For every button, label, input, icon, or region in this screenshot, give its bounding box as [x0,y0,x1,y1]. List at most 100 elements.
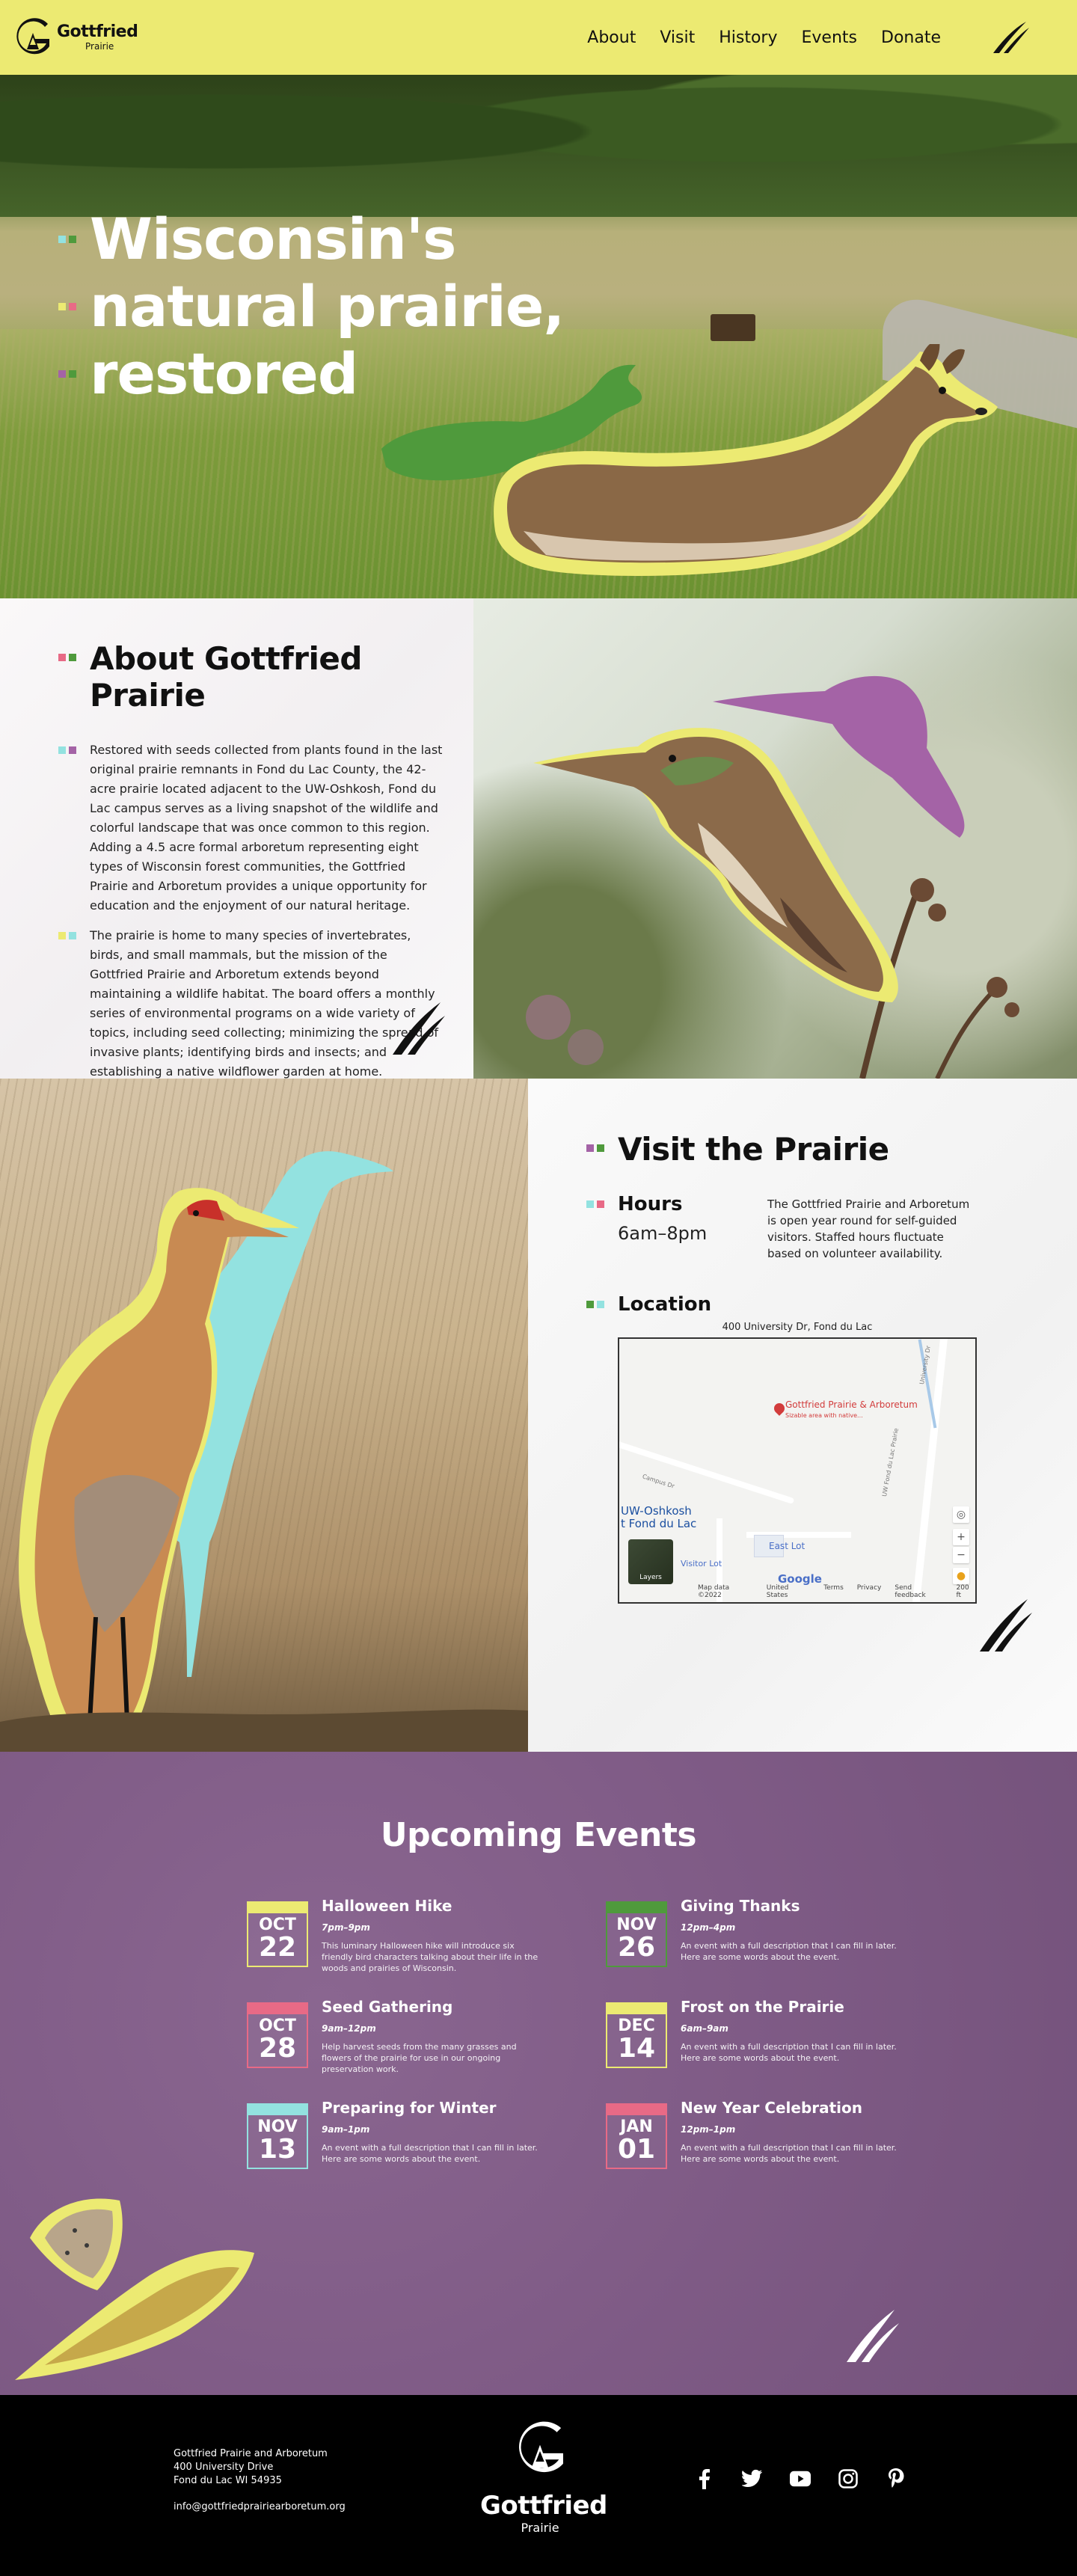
logo-sub: Prairie [85,41,114,52]
logo-g-icon [519,2421,563,2473]
footer-logo-sub: Prairie [521,2521,559,2535]
map-footer: Map data ©2022 United States Terms Priva… [698,1584,975,1599]
event-day: 14 [617,2033,656,2064]
location-map[interactable]: Gottfried Prairie & Arboretum Sizable ar… [618,1337,977,1604]
location-address: 400 University Dr, Fond du Lac [722,1322,873,1333]
event-day: 26 [617,1932,656,1963]
location-title-text: Location [618,1293,712,1316]
event-month: NOV [616,1916,657,1934]
event-title: Halloween Hike [322,1897,452,1915]
visit-info: Visit the Prairie Hours 6am–8pm The Gott… [528,1079,1077,1752]
footer-email-link[interactable]: info@gottfriedprairiearboretum.org [174,2501,346,2512]
map-road [912,1339,948,1602]
map-pin-title: Gottfried Prairie & Arboretum [785,1399,918,1410]
map-pin-icon[interactable] [772,1401,787,1416]
site-logo[interactable]: Gottfried Prairie [12,16,138,58]
event-time: 9am–12pm [322,2023,376,2034]
event-item[interactable]: OCT 22 Halloween Hike 7pm–9pm This lumin… [247,1897,546,1974]
nav-link-visit[interactable]: Visit [660,28,695,47]
map-footer-item: Map data ©2022 [698,1584,730,1599]
event-title: Frost on the Prairie [681,1998,844,2016]
event-item[interactable]: DEC 14 Frost on the Prairie 6am–9am An e… [606,1998,905,2075]
event-item[interactable]: OCT 28 Seed Gathering 9am–12pm Help harv… [247,1998,546,2075]
map-zoom-in-button[interactable]: + [953,1529,969,1545]
nav-link-about[interactable]: About [587,28,636,47]
hero-section: Wisconsin's natural prairie, restored [0,75,1077,598]
event-body: Preparing for Winter 9am–1pm An event wi… [322,2099,546,2169]
bullet-squares [586,1144,604,1152]
event-date: JAN 01 [606,2103,667,2169]
map-zoom-out-button[interactable]: − [953,1547,969,1563]
hero-line-3-text: restored [90,340,358,407]
map-east-lot: East Lot [769,1541,806,1551]
hours-title: Hours [586,1193,767,1215]
hero-line-3: restored [58,340,564,408]
event-description: An event with a full description that I … [681,1941,897,1962]
footer-address-line: Fond du Lac WI 54935 [174,2475,282,2486]
about-title: About Gottfried Prairie [58,640,444,714]
footer-address-line: 400 University Drive [174,2462,274,2473]
bullet-squares [58,303,76,310]
event-description: An event with a full description that I … [681,2143,897,2164]
map-uw-line-1: UW-Oshkosh [621,1504,692,1518]
brush-stroke-icon [993,22,1029,53]
twitter-icon[interactable] [742,2468,763,2489]
event-body: Seed Gathering 9am–12pm Help harvest see… [322,1998,546,2075]
event-date: DEC 14 [606,2002,667,2068]
hero-bench [711,314,755,341]
event-date: OCT 28 [247,2002,308,2068]
map-footer-item[interactable]: Privacy [857,1584,882,1599]
map-uw-label: UW-Oshkosh t Fond du Lac [621,1505,696,1530]
nav-link-events[interactable]: Events [802,28,858,47]
events-title: Upcoming Events [380,1816,697,1854]
event-time: 12pm–4pm [681,1922,736,1933]
event-description: An event with a full description that I … [322,2143,538,2164]
about-section: About Gottfried Prairie Restored with se… [0,598,1077,1079]
logo-g-icon [16,18,49,55]
nav-link-history[interactable]: History [719,28,777,47]
event-title: New Year Celebration [681,2099,863,2117]
bullet-squares [58,236,76,243]
brush-stroke-icon [393,1002,445,1055]
event-title: Preparing for Winter [322,2099,497,2117]
event-item[interactable]: NOV 13 Preparing for Winter 9am–1pm An e… [247,2099,546,2169]
top-nav: Gottfried Prairie About Visit History Ev… [0,0,1077,75]
instagram-icon[interactable] [838,2468,859,2489]
bullet-squares [586,1200,604,1208]
event-time: 12pm–1pm [681,2124,736,2135]
event-title: Giving Thanks [681,1897,800,1915]
pinterest-icon[interactable] [886,2468,906,2489]
map-pin-label: Gottfried Prairie & Arboretum Sizable ar… [785,1400,918,1420]
map-footer-item[interactable]: United States [767,1584,810,1599]
map-pin-sub: Sizable area with native... [785,1412,863,1419]
map-footer-item[interactable]: Terms [823,1584,844,1599]
bullet-squares [58,932,76,939]
map-footer-item: 200 ft [956,1584,969,1599]
map-layers-button[interactable]: Layers [628,1539,673,1584]
crane-image [0,1079,528,1752]
event-item[interactable]: JAN 01 New Year Celebration 12pm–1pm An … [606,2099,905,2169]
bullet-squares [58,370,76,378]
crane-illustration [0,1151,528,1752]
logo-name: Gottfried [57,22,138,41]
event-item[interactable]: NOV 26 Giving Thanks 12pm–4pm An event w… [606,1897,905,1974]
hours-row: Hours 6am–8pm The Gottfried Prairie and … [586,1193,1017,1262]
about-paragraph-2-text: The prairie is home to many species of i… [90,928,439,1079]
map-footer-item[interactable]: Send feedback [895,1584,942,1599]
youtube-icon[interactable] [790,2468,811,2489]
event-day: 28 [258,2033,297,2064]
map-pegman-icon[interactable]: ● [953,1568,969,1584]
map-visitor-lot: Visitor Lot [681,1559,722,1568]
nav-link-donate[interactable]: Donate [881,28,941,47]
bullet-squares [58,654,76,661]
about-paragraph-1-text: Restored with seeds collected from plant… [90,743,443,913]
event-day: 01 [617,2134,656,2165]
event-title: Seed Gathering [322,1998,453,2016]
about-title-text: About Gottfried Prairie [90,640,362,714]
event-date: OCT 22 [247,1901,308,1967]
site-footer: Gottfried Prairie and Arboretum 400 Univ… [0,2395,1077,2576]
footer-logo[interactable]: Gottfried Prairie [480,2417,607,2535]
facebook-icon[interactable] [694,2468,715,2489]
event-month: DEC [618,2017,655,2035]
map-locate-icon[interactable]: ◎ [953,1506,969,1523]
